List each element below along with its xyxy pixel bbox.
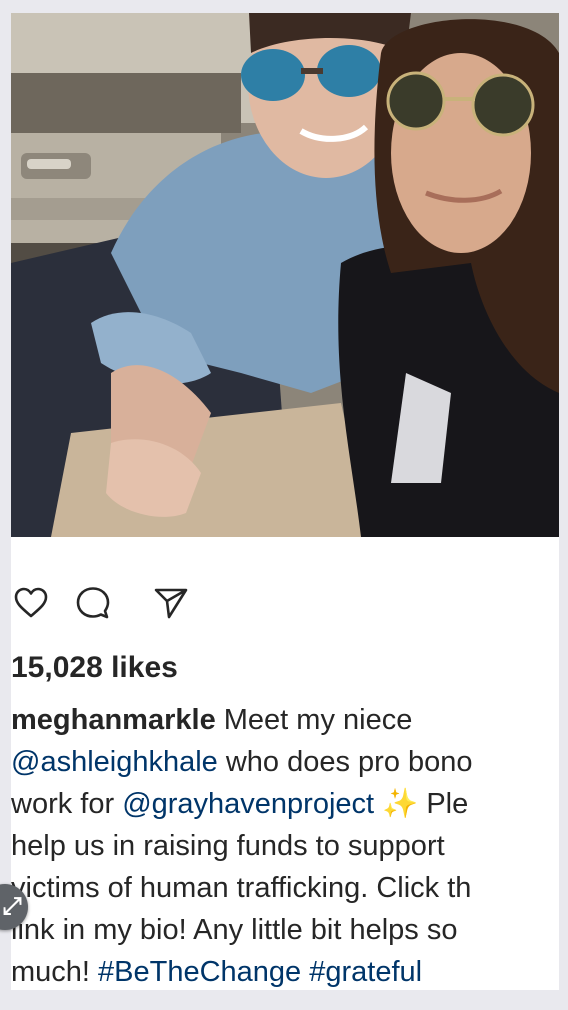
share-button[interactable] [151, 585, 191, 625]
caption-text: much! [11, 956, 99, 988]
comment-icon [76, 586, 110, 625]
send-icon [154, 586, 188, 625]
comment-button[interactable] [73, 585, 113, 625]
mention-link[interactable]: @grayhavenproject [122, 788, 374, 820]
instagram-post: 15,028 likes meghanmarkle Meet my niece … [11, 13, 559, 990]
post-caption: meghanmarkle Meet my niece @ashleighkhal… [11, 699, 559, 990]
caption-text: Ple [426, 788, 469, 820]
mention-link[interactable]: @ashleighkhale [11, 746, 218, 778]
heart-icon [14, 587, 48, 624]
likes-count[interactable]: 15,028 likes [11, 651, 178, 685]
expand-icon: ⤢ [2, 893, 22, 920]
caption-username[interactable]: meghanmarkle [11, 704, 216, 736]
caption-line-3: work for @grayhavenproject ✨ Ple [11, 783, 559, 825]
caption-line-1: meghanmarkle Meet my niece [11, 699, 559, 741]
hashtag-link[interactable]: #grateful [309, 956, 422, 988]
post-actions [11, 585, 559, 629]
sparkles-icon: ✨ [374, 788, 427, 820]
caption-line-4: help us in raising funds to support [11, 830, 445, 862]
caption-text: Meet my niece [215, 704, 413, 736]
like-button[interactable] [11, 585, 51, 625]
caption-line-2: @ashleighkhale who does pro bono [11, 741, 559, 783]
caption-line-5: victims of human trafficking. Click th [11, 872, 472, 904]
caption-line-7: much! #BeTheChange #grateful [11, 951, 559, 990]
hashtag-link[interactable]: #BeTheChange [98, 956, 301, 988]
caption-text: work for [11, 788, 123, 820]
caption-line-6: link in my bio! Any little bit helps so [11, 914, 458, 946]
caption-text: who does pro bono [217, 746, 473, 778]
post-photo[interactable] [11, 13, 559, 537]
